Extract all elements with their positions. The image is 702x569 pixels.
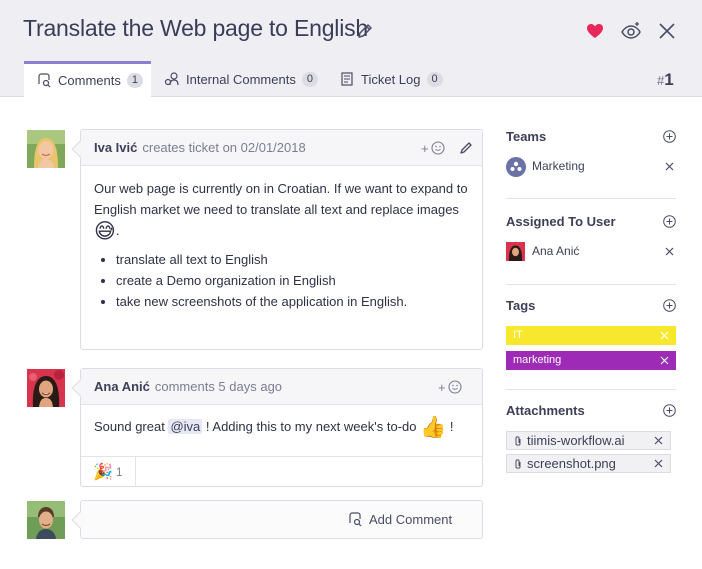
comment-search-icon — [38, 73, 51, 88]
avatar — [27, 369, 65, 407]
comment-card: Ana Anić comments 5 days ago + Sound gre… — [71, 368, 483, 487]
tab-ticket-log[interactable]: Ticket Log 0 — [339, 61, 443, 97]
tab-internal-comments[interactable]: Internal Comments 0 — [164, 61, 318, 97]
add-assignee-plus-icon[interactable] — [663, 215, 676, 228]
add-tag-plus-icon[interactable] — [663, 299, 676, 312]
internal-comment-icon — [164, 72, 179, 86]
paperclip-icon — [515, 458, 521, 469]
ticket-log-icon — [341, 72, 353, 86]
edit-comment-pencil-icon[interactable] — [458, 140, 474, 156]
sweat-smile-emoji: 😅 — [94, 220, 116, 243]
tag-marketing[interactable]: marketing — [506, 351, 676, 370]
tab-label: Internal Comments — [186, 71, 296, 87]
attachment-name[interactable]: tiimis-workflow.ai — [527, 433, 625, 448]
add-comment-button[interactable]: Add Comment — [71, 500, 483, 539]
teams-title: Teams — [506, 129, 547, 144]
comment-header: Ana Anić comments 5 days ago + — [71, 369, 482, 405]
reactions-bar: 🎉 1 — [81, 456, 482, 487]
list-item: translate all text to English — [116, 249, 469, 270]
user-mention[interactable]: @iva — [168, 419, 203, 434]
tag-label: IT — [513, 329, 523, 341]
attachment-item[interactable]: tiimis-workflow.ai — [506, 431, 671, 450]
list-item: create a Demo organization in English — [116, 270, 469, 291]
team-icon — [506, 157, 526, 177]
attachment-item[interactable]: screenshot.png — [506, 454, 671, 473]
ticket-number: #1 — [657, 70, 674, 90]
tag-it[interactable]: IT — [506, 326, 676, 345]
current-user-avatar — [27, 501, 65, 539]
tab-label: Ticket Log — [361, 71, 421, 87]
remove-team-close-icon[interactable] — [665, 162, 674, 171]
add-reaction-button[interactable]: + — [438, 379, 462, 395]
add-reaction-button[interactable]: + — [421, 140, 445, 156]
team-name: Marketing — [532, 159, 585, 173]
watch-eye-icon[interactable] — [620, 20, 642, 42]
pencil-icon[interactable] — [355, 21, 375, 41]
tag-label: marketing — [513, 354, 562, 366]
assignee-avatar — [506, 242, 525, 261]
comment-header: Iva Ivić creates ticket on 02/01/2018 + — [71, 130, 482, 166]
ticket-title: Translate the Web page to English — [23, 15, 369, 41]
comment-author[interactable]: Ana Anić — [94, 379, 150, 394]
attachments-title: Attachments — [506, 403, 585, 418]
add-attachment-plus-icon[interactable] — [663, 404, 676, 417]
assignee-name: Ana Anić — [532, 244, 580, 258]
comment-meta: creates ticket on 02/01/2018 — [142, 140, 306, 155]
count-badge: 0 — [426, 71, 443, 87]
close-icon[interactable] — [656, 20, 678, 42]
reaction-button[interactable]: 🎉 1 — [81, 457, 136, 487]
count-badge: 1 — [126, 72, 143, 88]
remove-tag-close-icon[interactable] — [660, 356, 669, 365]
ticket-number-value: 1 — [664, 70, 674, 89]
party-popper-emoji: 🎉 — [93, 464, 113, 481]
add-team-plus-icon[interactable] — [663, 130, 676, 143]
remove-assignee-close-icon[interactable] — [665, 247, 674, 256]
comment-meta: comments 5 days ago — [154, 379, 283, 394]
assigned-user-title: Assigned To User — [506, 214, 616, 229]
paperclip-icon — [515, 435, 521, 446]
tags-title: Tags — [506, 298, 536, 313]
remove-attachment-close-icon[interactable] — [654, 436, 663, 445]
divider — [506, 198, 676, 199]
comment-bullet-list: translate all text to English create a D… — [94, 249, 469, 312]
comment-body: Sound great @iva ! Adding this to my nex… — [94, 416, 454, 439]
divider — [506, 389, 676, 390]
avatar — [27, 130, 65, 168]
list-item: take new screenshots of the application … — [116, 291, 469, 312]
smiley-icon — [448, 380, 462, 394]
reaction-count: 1 — [115, 465, 123, 479]
comment-body: Our web page is currently on in Croatian… — [81, 166, 482, 324]
ticket-header: Translate the Web page to English Commen… — [0, 0, 702, 98]
divider — [506, 284, 676, 285]
add-comment-label: Add Comment — [369, 511, 453, 527]
smiley-icon — [431, 141, 445, 155]
comment-card: Iva Ivić creates ticket on 02/01/2018 + … — [71, 129, 483, 350]
tab-label: Comments — [58, 72, 121, 88]
comment-author[interactable]: Iva Ivić — [94, 140, 137, 155]
attachment-name[interactable]: screenshot.png — [527, 456, 616, 471]
remove-attachment-close-icon[interactable] — [654, 459, 663, 468]
remove-tag-close-icon[interactable] — [660, 331, 669, 340]
heart-icon[interactable] — [584, 20, 606, 42]
comment-search-icon — [349, 512, 362, 527]
thumbs-up-emoji: 👍 — [420, 416, 447, 439]
comment-text: Our web page is currently on in Croatian… — [94, 181, 468, 217]
count-badge: 0 — [301, 71, 318, 87]
tab-comments[interactable]: Comments 1 — [24, 61, 151, 98]
